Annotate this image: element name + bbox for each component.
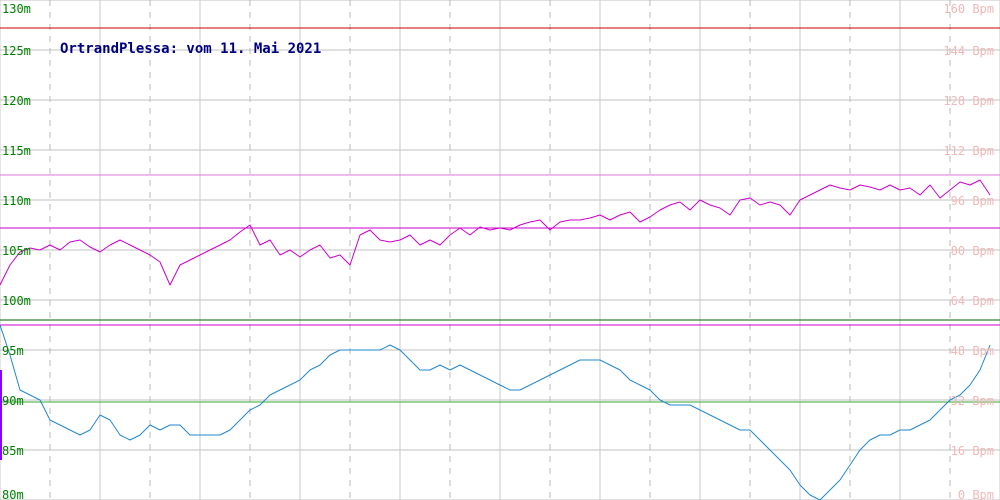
left-tick-label: 130m xyxy=(2,2,31,16)
left-tick-label: 115m xyxy=(2,144,31,158)
left-tick-label: 90m xyxy=(2,394,24,408)
left-tick-label: 105m xyxy=(2,244,31,258)
left-tick-label: 80m xyxy=(2,488,24,500)
right-tick-label: 0 Bpm xyxy=(958,488,994,500)
right-tick-label: 16 Bpm xyxy=(951,444,994,458)
right-tick-label: 144 Bpm xyxy=(943,44,994,58)
left-tick-label: 95m xyxy=(2,344,24,358)
right-tick-label: 96 Bpm xyxy=(951,194,994,208)
right-tick-label: 48 Bpm xyxy=(951,344,994,358)
right-tick-label: 160 Bpm xyxy=(943,2,994,16)
right-tick-label: 112 Bpm xyxy=(943,144,994,158)
left-tick-label: 100m xyxy=(2,294,31,308)
line-chart: 130m 125m 120m 115m 110m 105m 100m 95m 90m 85m 80m… xyxy=(0,0,1000,500)
chart-title: OrtrandPlessa: vom 11. Mai 2021 xyxy=(60,41,321,57)
right-tick-label: 128 Bpm xyxy=(943,94,994,108)
left-tick-label: 85m xyxy=(2,444,24,458)
left-tick-label: 120m xyxy=(2,94,31,108)
right-tick-label: 32 Bpm xyxy=(951,394,994,408)
right-tick-label: 80 Bpm xyxy=(951,244,994,258)
left-tick-label: 125m xyxy=(2,44,31,58)
left-tick-label: 110m xyxy=(2,194,31,208)
right-tick-label: 64 Bpm xyxy=(951,294,994,308)
